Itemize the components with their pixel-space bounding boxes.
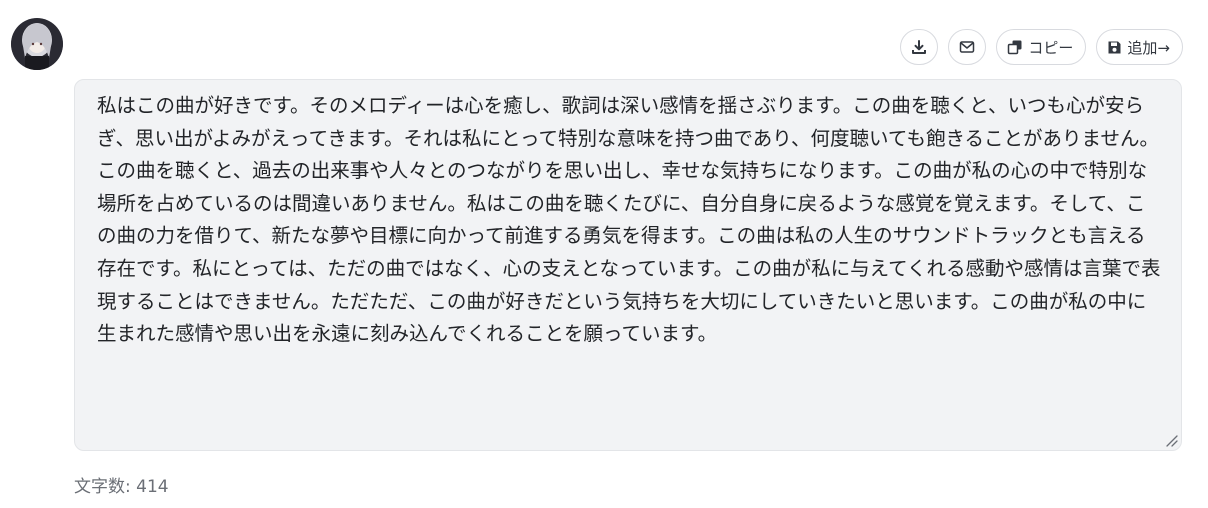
avatar-image [11,18,63,70]
resize-handle-icon[interactable] [1164,433,1178,447]
copy-button-label: コピー [1028,38,1074,57]
save-icon [1108,41,1121,53]
mail-icon [960,41,975,53]
text-editor[interactable]: 私はこの曲が好きです。そのメロディーは心を癒し、歌詞は深い感情を揺さぶります。こ… [74,79,1182,451]
toolbar: コピー 追加→ [900,29,1183,65]
editor-text[interactable]: 私はこの曲が好きです。そのメロディーは心を癒し、歌詞は深い感情を揺さぶります。こ… [97,90,1163,351]
output-panel: コピー 追加→ 私はこの曲が好きです。そのメロディーは心を癒し、歌詞は深い感情を… [0,0,1208,508]
mail-button[interactable] [948,29,987,65]
add-button-label: 追加→ [1127,38,1170,57]
add-button[interactable]: 追加→ [1096,29,1183,65]
copy-icon [1008,40,1022,55]
download-button[interactable] [900,29,939,65]
char-count: 文字数: 414 [74,477,169,497]
download-icon [912,40,927,54]
copy-button[interactable]: コピー [996,29,1087,65]
avatar [11,18,63,70]
